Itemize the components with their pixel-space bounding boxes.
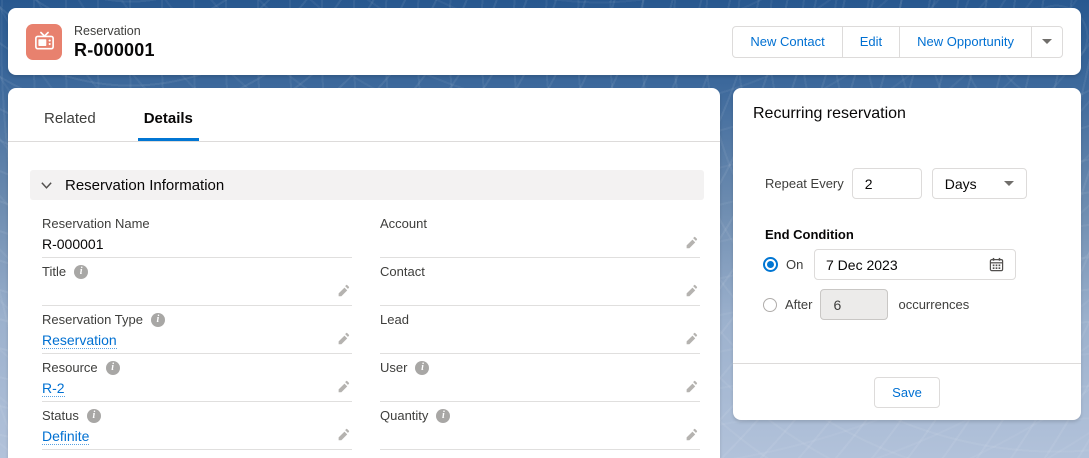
field-column-right: Account Contact Lead Useri bbox=[380, 210, 700, 450]
chevron-down-icon bbox=[1042, 39, 1052, 44]
field-label: Resource bbox=[42, 360, 98, 375]
pencil-icon[interactable] bbox=[685, 380, 698, 393]
record-detail-card: Related Details Reservation Information … bbox=[8, 88, 720, 458]
info-icon[interactable]: i bbox=[151, 313, 165, 327]
tv-icon bbox=[26, 24, 62, 60]
new-contact-button[interactable]: New Contact bbox=[732, 26, 842, 58]
end-after-row: After occurrences bbox=[763, 289, 969, 320]
record-name: R-000001 bbox=[74, 39, 155, 61]
more-actions-button[interactable] bbox=[1031, 26, 1063, 58]
pencil-icon[interactable] bbox=[685, 284, 698, 297]
pencil-icon[interactable] bbox=[685, 236, 698, 249]
field-resource: Resource i R-2 bbox=[42, 354, 352, 402]
info-icon[interactable]: i bbox=[436, 409, 450, 423]
section-header-reservation-information[interactable]: Reservation Information bbox=[30, 170, 704, 200]
field-label: Contact bbox=[380, 264, 425, 279]
record-title-block: Reservation R-000001 bbox=[74, 23, 155, 61]
calendar-icon[interactable] bbox=[989, 257, 1004, 272]
chevron-down-icon bbox=[40, 179, 53, 192]
field-label: Quantity bbox=[380, 408, 428, 423]
pencil-icon[interactable] bbox=[337, 380, 350, 393]
pencil-icon[interactable] bbox=[337, 332, 350, 345]
record-header: Reservation R-000001 New Contact Edit Ne… bbox=[8, 8, 1081, 75]
field-grid: Reservation Name R-000001 Titlei Reserva… bbox=[42, 210, 700, 450]
field-label: User bbox=[380, 360, 407, 375]
repeat-unit-value: Days bbox=[945, 176, 977, 192]
occurrences-suffix: occurrences bbox=[898, 297, 969, 312]
action-button-group: New Contact Edit New Opportunity bbox=[732, 26, 1063, 58]
info-icon[interactable]: i bbox=[106, 361, 120, 375]
repeat-unit-select[interactable]: Days bbox=[932, 168, 1027, 199]
field-label: Account bbox=[380, 216, 427, 231]
panel-footer: Save bbox=[733, 363, 1081, 420]
info-icon[interactable]: i bbox=[74, 265, 88, 279]
field-label: Reservation Name bbox=[42, 216, 150, 231]
repeat-every-row: Repeat Every Days bbox=[765, 168, 1027, 199]
chevron-down-icon bbox=[1004, 181, 1014, 186]
field-lead: Lead bbox=[380, 306, 700, 354]
field-label: Title bbox=[42, 264, 66, 279]
field-reservation-type: Reservation Type i Reservation bbox=[42, 306, 352, 354]
end-on-row: On 7 Dec 2023 bbox=[763, 249, 1016, 280]
tab-details[interactable]: Details bbox=[138, 110, 199, 141]
section-title: Reservation Information bbox=[65, 177, 224, 194]
field-column-left: Reservation Name R-000001 Titlei Reserva… bbox=[42, 210, 352, 450]
page-background: Reservation R-000001 New Contact Edit Ne… bbox=[0, 0, 1089, 458]
field-label: Lead bbox=[380, 312, 409, 327]
info-icon[interactable]: i bbox=[87, 409, 101, 423]
object-label: Reservation bbox=[74, 23, 155, 39]
end-date-input[interactable]: 7 Dec 2023 bbox=[814, 249, 1016, 280]
recurring-reservation-panel: Recurring reservation Repeat Every Days … bbox=[733, 88, 1081, 420]
tab-related[interactable]: Related bbox=[38, 110, 102, 141]
field-label: Status bbox=[42, 408, 79, 423]
field-value-link[interactable]: Definite bbox=[42, 428, 89, 445]
pencil-icon[interactable] bbox=[337, 428, 350, 441]
occurrences-input bbox=[820, 289, 888, 320]
field-value-link[interactable]: R-2 bbox=[42, 380, 65, 397]
field-reservation-name: Reservation Name R-000001 bbox=[42, 210, 352, 258]
tab-bar: Related Details bbox=[8, 88, 720, 142]
field-title: Titlei bbox=[42, 258, 352, 306]
end-condition-label: End Condition bbox=[765, 227, 854, 242]
new-opportunity-button[interactable]: New Opportunity bbox=[899, 26, 1032, 58]
save-button[interactable]: Save bbox=[874, 377, 940, 408]
pencil-icon[interactable] bbox=[685, 332, 698, 345]
field-quantity: Quantity i bbox=[380, 402, 700, 450]
on-radio-label[interactable]: On bbox=[786, 257, 806, 272]
field-value: R-000001 bbox=[42, 236, 104, 252]
field-user: Useri bbox=[380, 354, 700, 402]
pencil-icon[interactable] bbox=[337, 284, 350, 297]
end-date-value: 7 Dec 2023 bbox=[826, 257, 898, 273]
field-account: Account bbox=[380, 210, 700, 258]
on-radio[interactable] bbox=[763, 257, 778, 272]
repeat-interval-input[interactable] bbox=[852, 168, 922, 199]
edit-button[interactable]: Edit bbox=[842, 26, 900, 58]
after-radio[interactable] bbox=[763, 298, 777, 312]
field-status: Statusi Definite bbox=[42, 402, 352, 450]
field-contact: Contact bbox=[380, 258, 700, 306]
after-radio-label[interactable]: After bbox=[785, 297, 812, 312]
field-value-link[interactable]: Reservation bbox=[42, 332, 117, 349]
repeat-every-label: Repeat Every bbox=[765, 176, 844, 191]
info-icon[interactable]: i bbox=[415, 361, 429, 375]
panel-title: Recurring reservation bbox=[753, 105, 906, 123]
field-label: Reservation Type bbox=[42, 312, 143, 327]
pencil-icon[interactable] bbox=[685, 428, 698, 441]
